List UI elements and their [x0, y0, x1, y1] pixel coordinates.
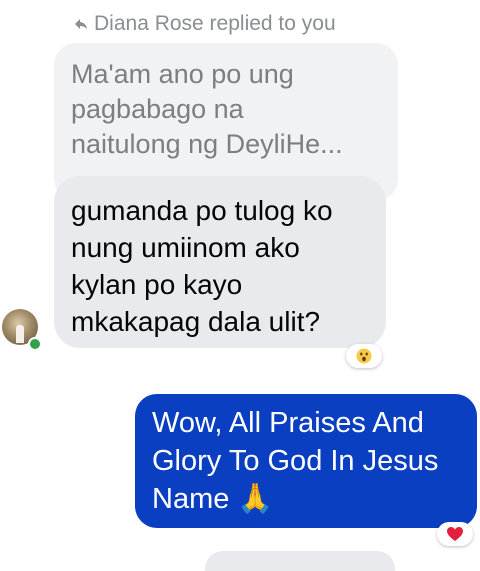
online-status-dot	[28, 337, 42, 351]
quoted-message-line: naitulong ng DeyliHe...	[71, 129, 343, 159]
outgoing-message-line: Wow, All Praises And	[152, 407, 424, 439]
outgoing-message-bubble[interactable]: Wow, All Praises And Glory To God In Jes…	[135, 394, 477, 528]
incoming-message-line: kylan po kayo	[71, 269, 243, 300]
incoming-message-line: nung umiinom ako	[71, 232, 300, 263]
reply-header-text: Diana Rose replied to you	[94, 12, 336, 35]
quoted-message-line: Ma'am ano po ung	[71, 59, 294, 89]
outgoing-message-line: Name 🙏	[152, 483, 274, 515]
next-message-bubble-edge	[205, 551, 395, 571]
heart-icon	[447, 527, 463, 541]
incoming-message-line: gumanda po tulog ko	[71, 195, 333, 226]
wow-emoji-icon	[356, 348, 372, 364]
incoming-message-line: mkakapag dala ulit?	[71, 306, 321, 337]
reply-arrow-icon	[75, 19, 87, 29]
avatar-figure	[16, 325, 24, 343]
incoming-message-bubble[interactable]: gumanda po tulog ko nung umiinom ako kyl…	[54, 176, 386, 348]
outgoing-message-line: Glory To God In Jesus	[152, 445, 439, 477]
wow-reaction-badge[interactable]	[346, 344, 382, 368]
reply-header: Diana Rose replied to you	[74, 9, 336, 39]
love-reaction-badge[interactable]	[437, 522, 473, 546]
quoted-message-line: pagbabago na	[71, 94, 244, 124]
